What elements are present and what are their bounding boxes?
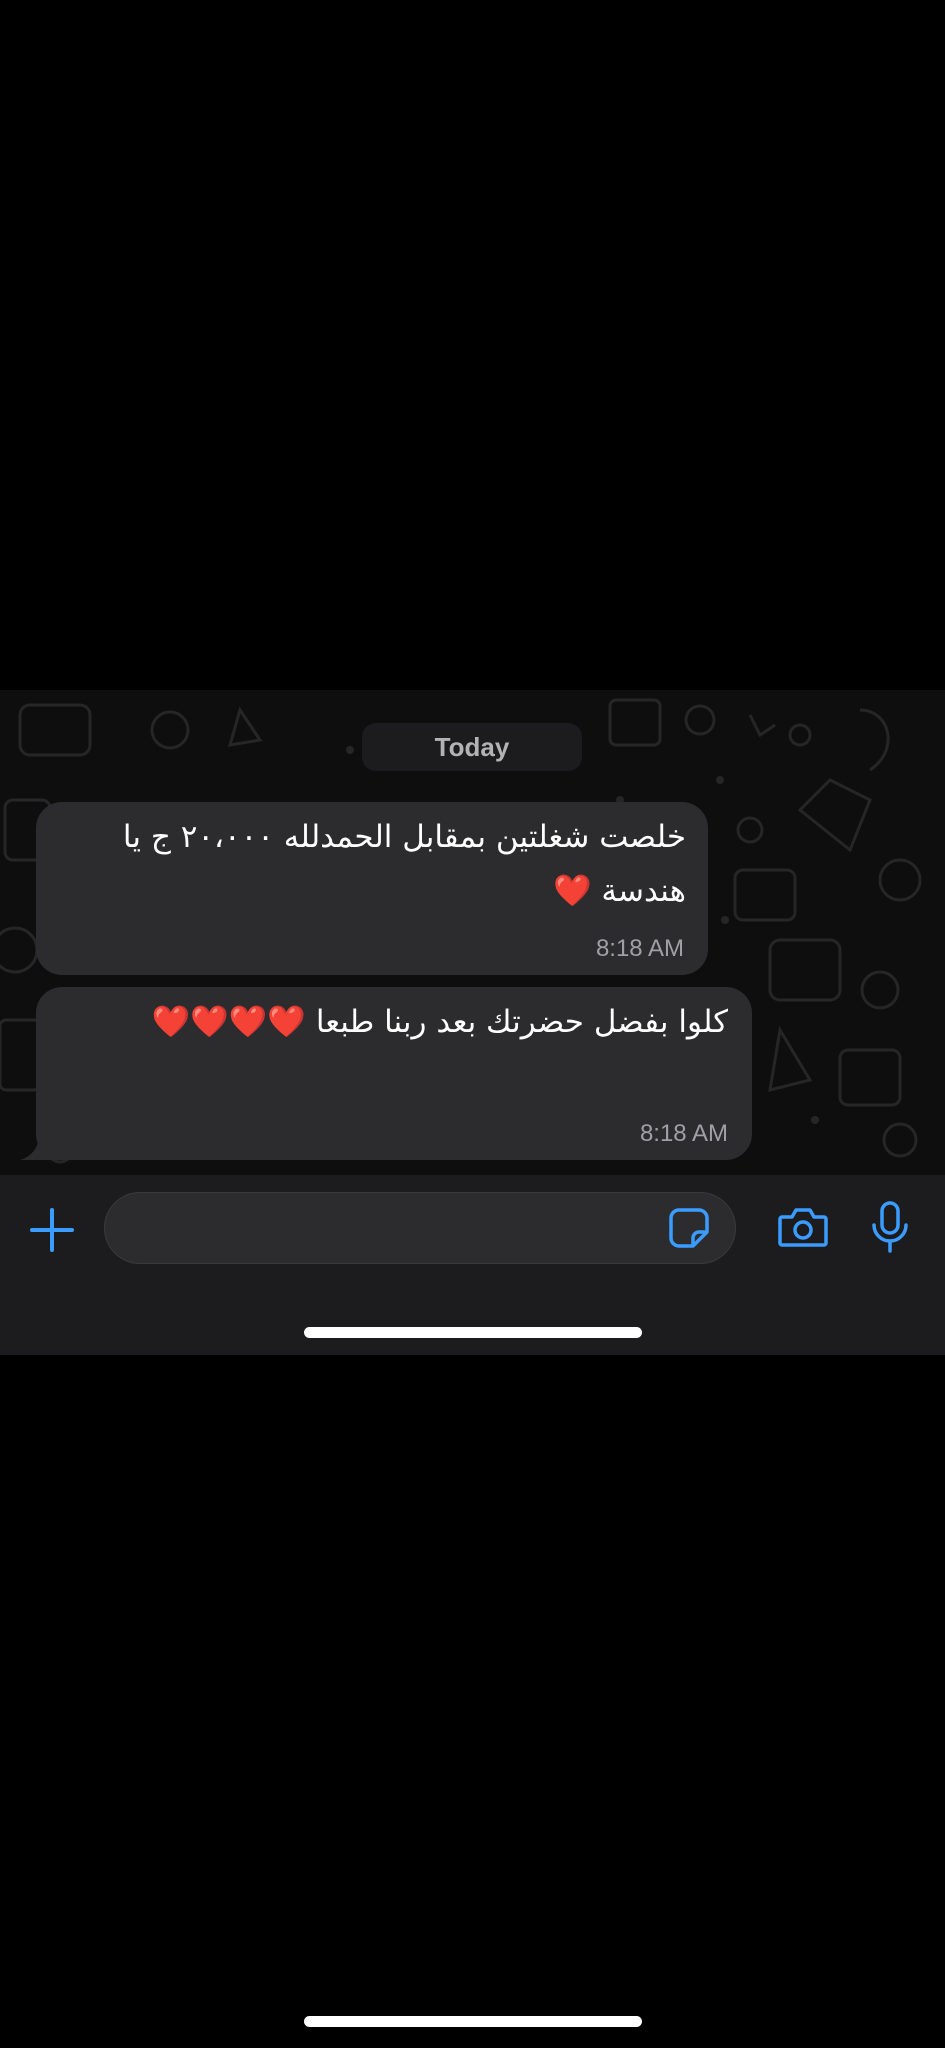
- plus-icon[interactable]: [30, 1208, 74, 1252]
- heart-emoji: ❤️: [552, 873, 592, 909]
- message-bubble[interactable]: كلوا بفضل حضرتك بعد ربنا طبعا ❤️❤️❤️❤️ 8…: [36, 987, 752, 1160]
- bubble-tail: [20, 1130, 60, 1160]
- date-label: Today: [362, 723, 582, 771]
- message-bubble[interactable]: خلصت شغلتين بمقابل الحمدلله ٢٠،٠٠٠ ج يا …: [36, 802, 708, 975]
- message-text: خلصت شغلتين بمقابل الحمدلله ٢٠،٠٠٠ ج يا …: [60, 810, 686, 918]
- message-body: كلوا بفضل حضرتك بعد ربنا طبعا: [315, 1004, 728, 1040]
- microphone-icon[interactable]: [870, 1201, 910, 1253]
- message-input-bar: [0, 1175, 945, 1355]
- sticker-icon[interactable]: [669, 1208, 709, 1248]
- home-indicator: [304, 1327, 642, 1338]
- home-indicator: [304, 2016, 642, 2027]
- message-timestamp: 8:18 AM: [595, 935, 684, 962]
- camera-icon[interactable]: [778, 1205, 828, 1249]
- chat-area[interactable]: Today خلصت شغلتين بمقابل الحمدلله ٢٠،٠٠٠…: [0, 690, 945, 1175]
- message-input[interactable]: [104, 1192, 736, 1264]
- message-timestamp: 8:18 AM: [639, 1120, 728, 1147]
- message-body: خلصت شغلتين بمقابل الحمدلله ٢٠،٠٠٠ ج يا …: [122, 819, 686, 909]
- heart-emoji: ❤️❤️❤️❤️: [151, 1004, 306, 1040]
- message-text: كلوا بفضل حضرتك بعد ربنا طبعا ❤️❤️❤️❤️: [60, 995, 728, 1049]
